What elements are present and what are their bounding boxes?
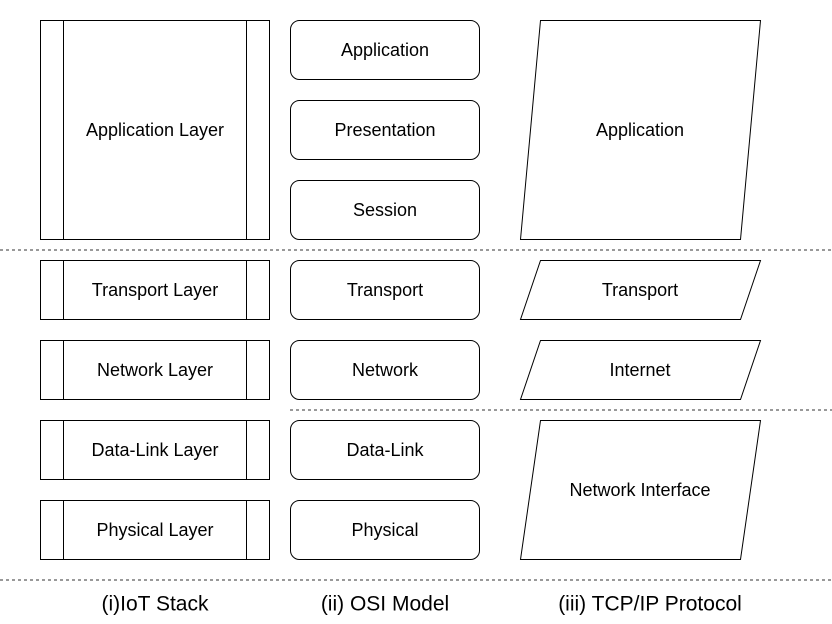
tcpip-layer-label: Application [596, 120, 684, 140]
osi-layer-label: Physical [351, 520, 418, 540]
osi-layer-session: Session [290, 180, 480, 240]
iot-layer-network: Network Layer [40, 340, 270, 400]
osi-layer-label: Session [353, 200, 417, 220]
tcpip-column: Application Transport Internet Network I… [519, 20, 762, 560]
tcpip-layer-internet: Internet [519, 340, 762, 400]
osi-layer-transport: Transport [290, 260, 480, 320]
osi-layer-network: Network [290, 340, 480, 400]
osi-model-column: Application Presentation Session Transpo… [290, 20, 480, 560]
tcpip-layer-application: Application [519, 20, 762, 240]
osi-layer-physical: Physical [290, 500, 480, 560]
osi-layer-label: Presentation [334, 120, 435, 140]
iot-stack-column: Application Layer Transport Layer Networ… [40, 20, 270, 560]
iot-layer-transport: Transport Layer [40, 260, 270, 320]
tcpip-layer-network-interface: Network Interface [519, 420, 762, 560]
iot-layer-label: Transport Layer [92, 280, 218, 300]
tcpip-layer-transport: Transport [519, 260, 762, 320]
tcpip-layer-label: Transport [602, 280, 678, 300]
iot-layer-physical: Physical Layer [40, 500, 270, 560]
iot-layer-label: Application Layer [86, 120, 224, 140]
iot-layer-label: Data-Link Layer [91, 440, 218, 460]
caption-tcpip-protocol: (iii) TCP/IP Protocol [558, 593, 742, 616]
osi-layer-application: Application [290, 20, 480, 80]
iot-layer-label: Network Layer [97, 360, 213, 380]
osi-layer-label: Application [341, 40, 429, 60]
iot-layer-label: Physical Layer [96, 520, 213, 540]
iot-layer-data-link: Data-Link Layer [40, 420, 270, 480]
tcpip-layer-label: Network Interface [569, 480, 710, 500]
tcpip-layer-label: Internet [609, 360, 670, 380]
layer-comparison-diagram: Application Layer Transport Layer Networ… [0, 20, 832, 616]
osi-layer-label: Network [352, 360, 419, 380]
osi-layer-data-link: Data-Link [290, 420, 480, 480]
osi-layer-label: Data-Link [346, 440, 424, 460]
osi-layer-label: Transport [347, 280, 423, 300]
caption-osi-model: (ii) OSI Model [321, 593, 449, 616]
iot-layer-application: Application Layer [40, 20, 270, 240]
caption-iot-stack: (i)IoT Stack [102, 593, 209, 616]
osi-layer-presentation: Presentation [290, 100, 480, 160]
